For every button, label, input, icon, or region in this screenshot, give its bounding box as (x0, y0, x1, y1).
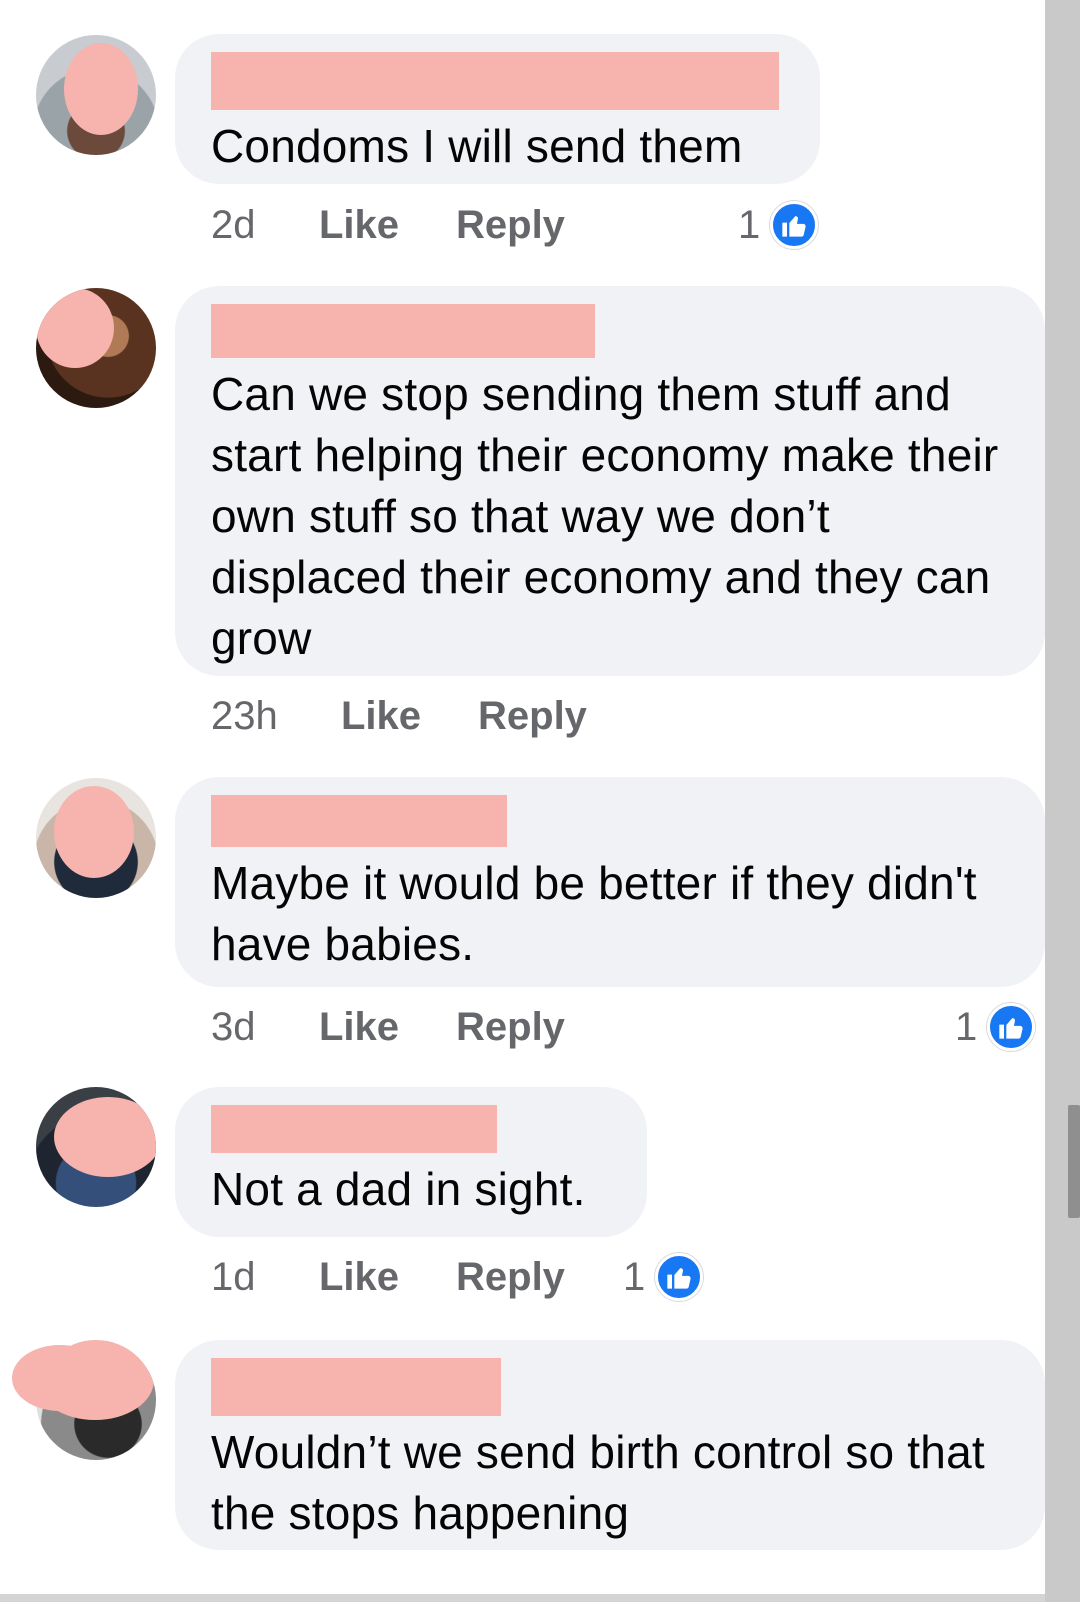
author-name-redacted (211, 304, 595, 358)
author-name-redacted (211, 1105, 497, 1153)
comment-bubble[interactable]: Condoms I will send them (175, 34, 820, 184)
comment-actions: 1d Like Reply (211, 1252, 616, 1302)
comment-text: Not a dad in sight. (211, 1163, 586, 1215)
avatar[interactable] (36, 35, 156, 155)
reply-button[interactable]: Reply (478, 694, 648, 739)
reaction-count-number: 1 (955, 1004, 978, 1049)
like-button[interactable]: Like (319, 1255, 456, 1300)
bottom-divider (0, 1594, 1045, 1602)
reply-button[interactable]: Reply (456, 1255, 616, 1300)
thumbs-up-icon (770, 201, 819, 249)
avatar[interactable] (36, 288, 156, 408)
avatar-redaction (64, 43, 138, 135)
comment-text: Maybe it would be better if they didn't … (211, 857, 977, 970)
avatar-redaction-overflow (12, 1345, 108, 1411)
comment-bubble[interactable]: Can we stop sending them stuff and start… (175, 286, 1045, 676)
comment-bubble[interactable]: Maybe it would be better if they didn't … (175, 777, 1045, 987)
comment-text: Can we stop sending them stuff and start… (211, 368, 999, 664)
avatar-redaction (54, 786, 134, 878)
reply-button[interactable]: Reply (456, 1005, 626, 1050)
thumbs-up-icon (655, 1253, 704, 1301)
avatar-redaction (54, 1097, 156, 1177)
author-name-redacted (211, 52, 779, 110)
reaction-count[interactable]: 1 (738, 200, 819, 250)
like-button[interactable]: Like (319, 1005, 456, 1050)
author-name-redacted (211, 795, 507, 847)
scrollbar-track[interactable] (1045, 0, 1080, 1602)
timestamp[interactable]: 1d (211, 1255, 319, 1300)
comment-actions: 2d Like Reply (211, 200, 626, 250)
like-button[interactable]: Like (341, 694, 478, 739)
comment-text: Condoms I will send them (211, 120, 743, 172)
scrollbar-thumb[interactable] (1068, 1105, 1080, 1218)
reaction-count-number: 1 (738, 202, 761, 247)
timestamp[interactable]: 23h (211, 694, 341, 739)
thumbs-up-icon (987, 1003, 1036, 1051)
comment-actions: 23h Like Reply (211, 691, 648, 741)
comment-actions: 3d Like Reply (211, 1002, 626, 1052)
avatar-redaction (36, 288, 114, 368)
timestamp[interactable]: 2d (211, 203, 319, 248)
avatar[interactable] (36, 778, 156, 898)
comment-text: Wouldn’t we send birth control so that t… (211, 1426, 985, 1539)
reaction-count[interactable]: 1 (623, 1252, 704, 1302)
avatar[interactable] (36, 1087, 156, 1207)
reaction-count[interactable]: 1 (955, 1002, 1036, 1052)
like-button[interactable]: Like (319, 203, 456, 248)
author-name-redacted (211, 1358, 501, 1416)
comment-bubble[interactable]: Not a dad in sight. (175, 1087, 647, 1237)
reply-button[interactable]: Reply (456, 203, 626, 248)
reaction-count-number: 1 (623, 1254, 646, 1299)
timestamp[interactable]: 3d (211, 1005, 319, 1050)
comment-bubble[interactable]: Wouldn’t we send birth control so that t… (175, 1340, 1045, 1550)
